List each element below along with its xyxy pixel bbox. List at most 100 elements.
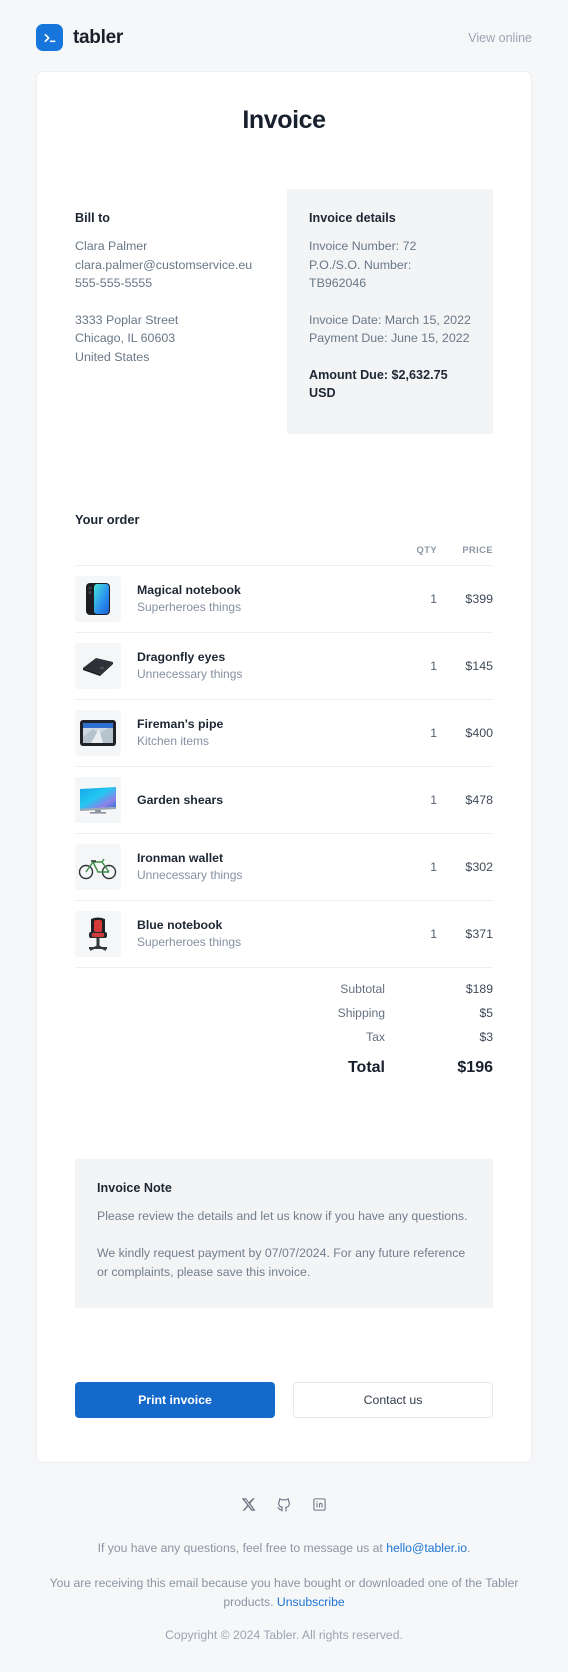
- github-icon[interactable]: [276, 1497, 292, 1513]
- print-invoice-button[interactable]: Print invoice: [75, 1382, 275, 1418]
- product-qty: 1: [385, 566, 437, 633]
- spacer: [75, 293, 271, 311]
- email-footer: If you have any questions, feel free to …: [0, 1463, 568, 1672]
- table-row: Garden shears 1 $478: [75, 767, 493, 834]
- product-category: Unnecessary things: [137, 666, 242, 683]
- product-price: $400: [437, 700, 493, 767]
- product-qty: 1: [385, 901, 437, 968]
- subtotal-row: Subtotal $189: [75, 968, 493, 1002]
- column-price: PRICE: [437, 545, 493, 566]
- action-buttons: Print invoice Contact us: [75, 1382, 493, 1418]
- table-row: Magical notebook Superheroes things 1 $3…: [75, 566, 493, 633]
- page-title: Invoice: [75, 106, 493, 135]
- invoice-note-paragraph-1: Please review the details and let us kno…: [97, 1207, 471, 1226]
- bill-to-heading: Bill to: [75, 211, 271, 225]
- email-page: tabler View online Invoice Bill to Clara…: [0, 0, 568, 1672]
- spacer-cell: [385, 968, 437, 1002]
- order-header-row: QTY PRICE: [75, 545, 493, 566]
- invoice-details-panel: Invoice details Invoice Number: 72 P.O./…: [287, 189, 493, 434]
- bill-to-address-line1: 3333 Poplar Street: [75, 311, 271, 330]
- bill-to-email: clara.palmer@customservice.eu: [75, 256, 271, 275]
- invoice-note-title: Invoice Note: [97, 1181, 471, 1195]
- bill-to-address-line2: Chicago, IL 60603: [75, 329, 271, 348]
- bill-to-address-line3: United States: [75, 348, 271, 367]
- bill-to-name: Clara Palmer: [75, 237, 271, 256]
- shipping-label: Shipping: [75, 1001, 385, 1025]
- gaming-chair-icon: [75, 911, 121, 957]
- order-section: Your order QTY PRICE: [75, 512, 493, 1087]
- spacer-cell: [385, 1049, 437, 1087]
- table-row: Fireman's pipe Kitchen items 1 $400: [75, 700, 493, 767]
- spacer: [309, 348, 473, 366]
- blue-tv-icon: [75, 777, 121, 823]
- bill-to-block: Bill to Clara Palmer clara.palmer@custom…: [75, 189, 287, 366]
- product-category: Unnecessary things: [137, 867, 242, 884]
- shipping-row: Shipping $5: [75, 1001, 493, 1025]
- invoice-card: Invoice Bill to Clara Palmer clara.palme…: [36, 71, 532, 1463]
- bill-to-phone: 555-555-5555: [75, 274, 271, 293]
- questions-line: If you have any questions, feel free to …: [28, 1539, 540, 1558]
- product-name: Garden shears: [137, 792, 223, 809]
- view-online-link[interactable]: View online: [468, 31, 532, 45]
- spacer: [309, 293, 473, 311]
- tax-row: Tax $3: [75, 1025, 493, 1049]
- product-qty: 1: [385, 834, 437, 901]
- unsubscribe-link[interactable]: Unsubscribe: [277, 1595, 345, 1609]
- amount-due: Amount Due: $2,632.75 USD: [309, 366, 473, 403]
- product-category: Kitchen items: [137, 733, 223, 750]
- reason-line: You are receiving this email because you…: [28, 1574, 540, 1612]
- linkedin-icon[interactable]: [312, 1497, 327, 1513]
- column-qty: QTY: [385, 545, 437, 566]
- subtotal-label: Subtotal: [75, 968, 385, 1002]
- product-name: Dragonfly eyes: [137, 649, 242, 666]
- tax-label: Tax: [75, 1025, 385, 1049]
- copyright-text: Copyright © 2024 Tabler. All rights rese…: [28, 1628, 540, 1642]
- product-qty: 1: [385, 767, 437, 834]
- product-name: Magical notebook: [137, 582, 241, 599]
- invoice-note-paragraph-2: We kindly request payment by 07/07/2024.…: [97, 1244, 471, 1282]
- invoice-note: Invoice Note Please review the details a…: [75, 1159, 493, 1308]
- smartphone-teal-icon: [75, 576, 121, 622]
- terminal-prompt-icon: [36, 24, 63, 51]
- shipping-value: $5: [437, 1001, 493, 1025]
- invoice-number: Invoice Number: 72: [309, 237, 473, 256]
- order-table: QTY PRICE: [75, 545, 493, 1087]
- brand-name: tabler: [73, 27, 123, 49]
- spacer-cell: [385, 1001, 437, 1025]
- total-label: Total: [75, 1049, 385, 1087]
- brand: tabler: [36, 24, 123, 51]
- spacer-cell: [385, 1025, 437, 1049]
- contact-us-button[interactable]: Contact us: [293, 1382, 493, 1418]
- product-cell: Garden shears: [75, 767, 385, 834]
- questions-prefix: If you have any questions, feel free to …: [98, 1541, 387, 1555]
- product-price: $145: [437, 633, 493, 700]
- total-value: $196: [437, 1049, 493, 1087]
- product-name: Blue notebook: [137, 917, 241, 934]
- table-row: Blue notebook Superheroes things 1 $371: [75, 901, 493, 968]
- contact-email-link[interactable]: hello@tabler.io: [386, 1541, 467, 1555]
- product-category: Superheroes things: [137, 599, 241, 616]
- order-table-head: QTY PRICE: [75, 545, 493, 566]
- black-device-icon: [75, 643, 121, 689]
- email-header: tabler View online: [0, 0, 568, 71]
- product-qty: 1: [385, 700, 437, 767]
- gps-navigator-icon: [75, 710, 121, 756]
- product-qty: 1: [385, 633, 437, 700]
- po-so-label: P.O./S.O. Number:: [309, 256, 473, 275]
- column-product: [75, 545, 385, 566]
- order-heading: Your order: [75, 512, 493, 527]
- product-price: $478: [437, 767, 493, 834]
- invoice-details-heading: Invoice details: [309, 211, 473, 225]
- questions-suffix: .: [467, 1541, 470, 1555]
- product-cell: Blue notebook Superheroes things: [75, 901, 385, 968]
- social-links: [28, 1497, 540, 1513]
- payment-due: Payment Due: June 15, 2022: [309, 329, 473, 348]
- order-table-body: Magical notebook Superheroes things 1 $3…: [75, 566, 493, 1088]
- product-cell: Dragonfly eyes Unnecessary things: [75, 633, 385, 700]
- subtotal-value: $189: [437, 968, 493, 1002]
- product-cell: Ironman wallet Unnecessary things: [75, 834, 385, 901]
- table-row: Dragonfly eyes Unnecessary things 1 $145: [75, 633, 493, 700]
- table-row: Ironman wallet Unnecessary things 1 $302: [75, 834, 493, 901]
- x-twitter-icon[interactable]: [241, 1497, 256, 1513]
- product-category: Superheroes things: [137, 934, 241, 951]
